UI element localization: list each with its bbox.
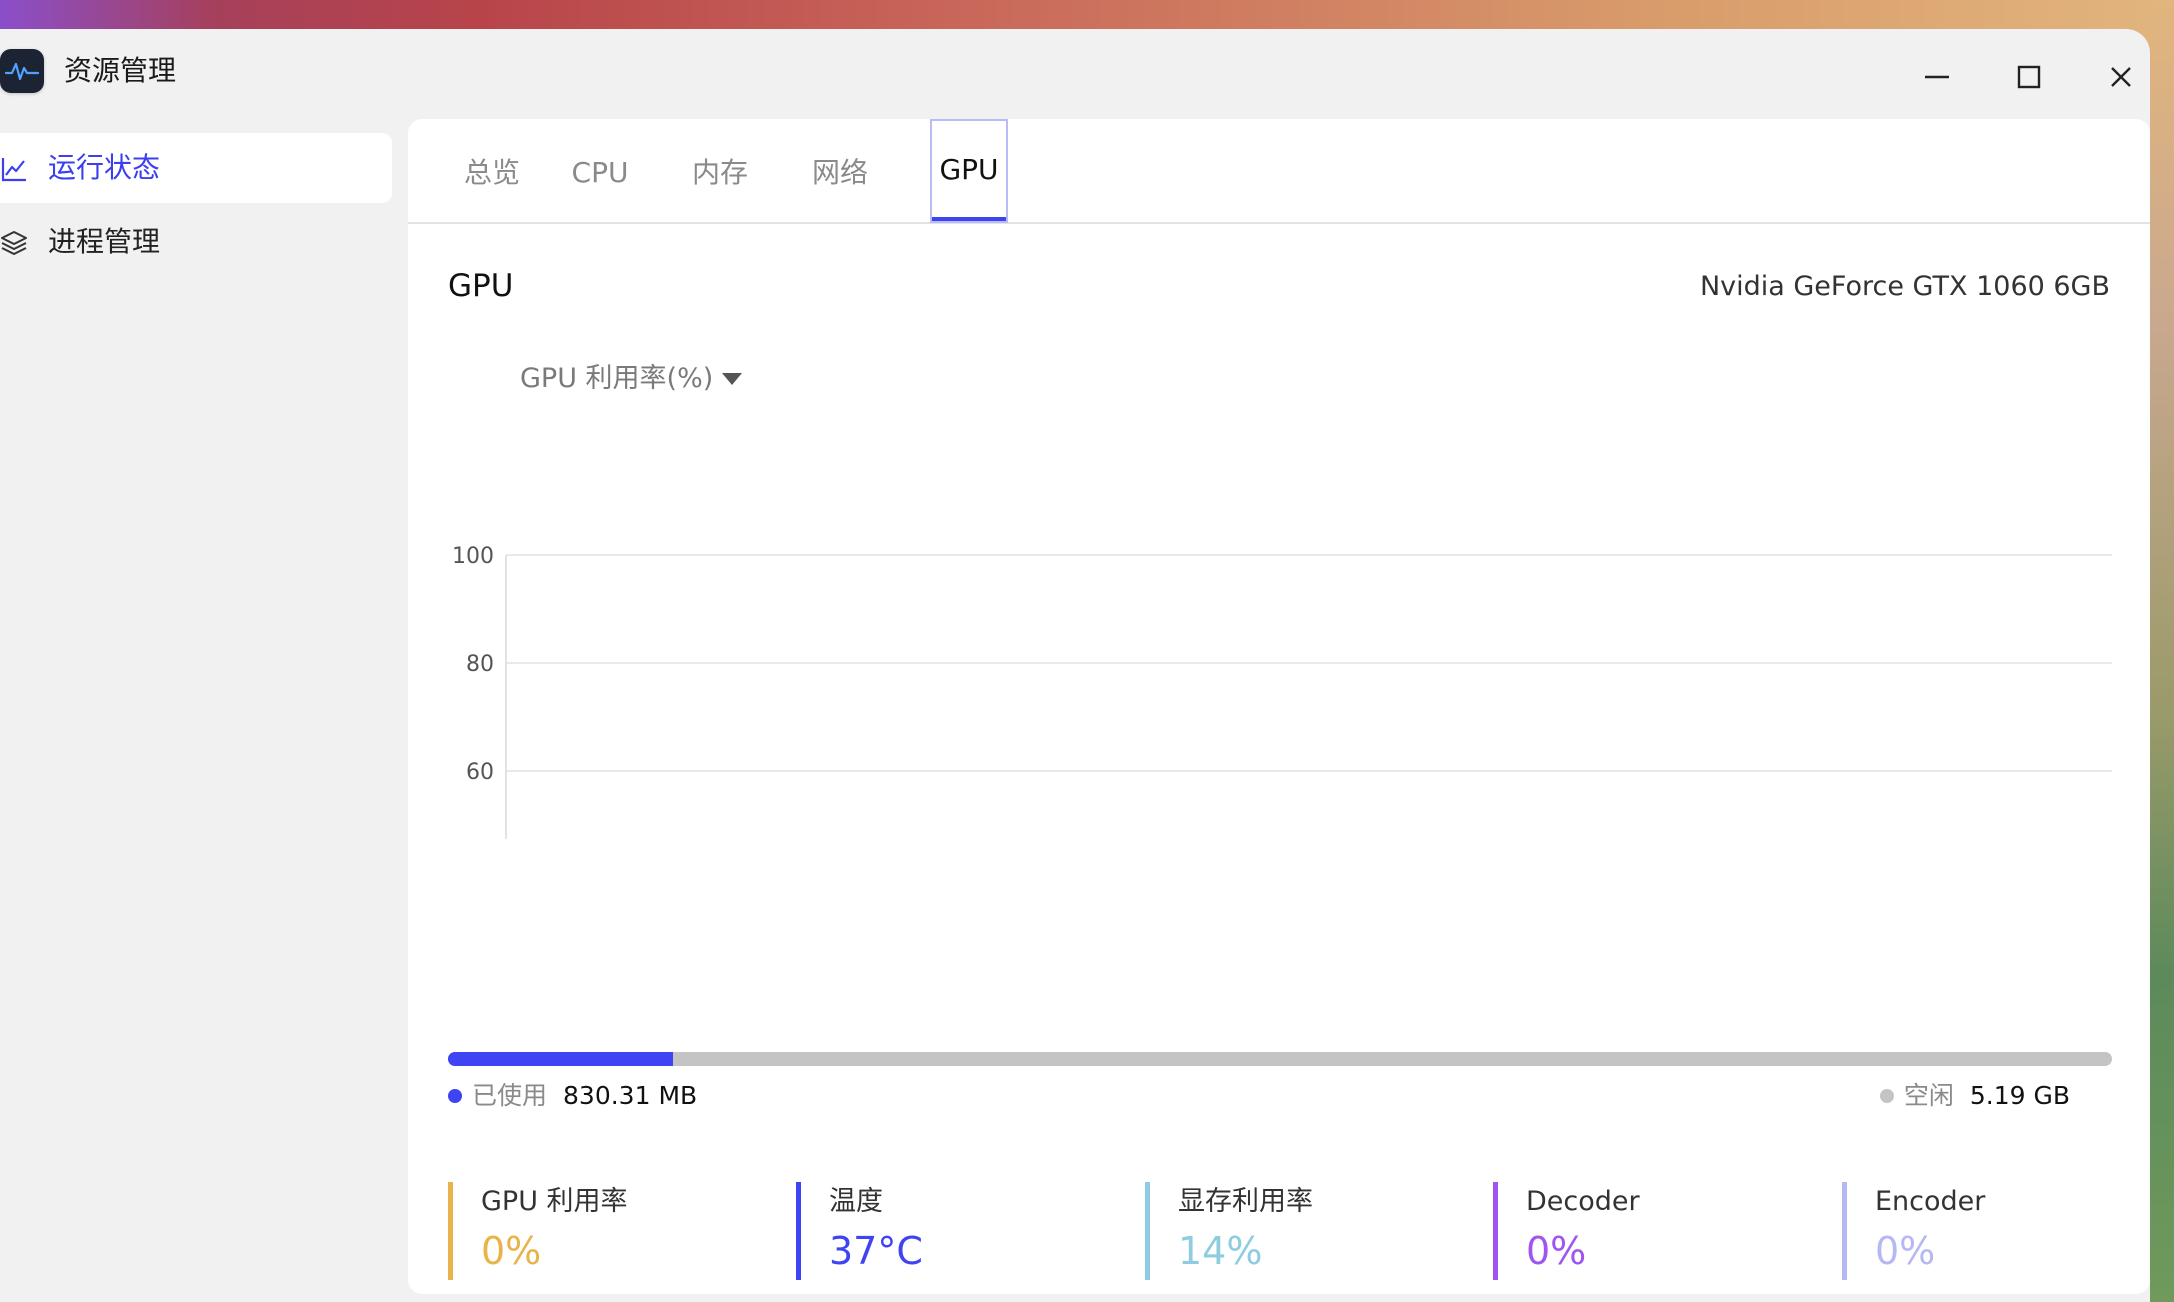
stat-label: Encoder — [1875, 1186, 1986, 1217]
stat-value: 0% — [481, 1229, 542, 1273]
line-chart-icon — [1, 158, 26, 182]
maximize-icon — [2017, 65, 2041, 89]
stat-label: Decoder — [1526, 1186, 1640, 1217]
memory-used-legend: 已使用 830.31 MB — [448, 1079, 697, 1113]
memory-usage-fill — [448, 1052, 673, 1066]
minimize-icon — [1925, 75, 1949, 79]
metric-dropdown-label: GPU 利用率(%) — [520, 363, 714, 394]
sidebar-item-label: 进程管理 — [48, 225, 161, 258]
stat-value: 0% — [1875, 1229, 1936, 1273]
app-title: 资源管理 — [64, 54, 177, 87]
metric-dropdown[interactable]: GPU 利用率(%) — [520, 361, 743, 397]
tab-network[interactable]: 网络 — [800, 143, 880, 203]
y-tick-label: 100 — [452, 544, 494, 569]
stat-gpu-utilization: GPU 利用率 0% — [448, 1182, 628, 1280]
tab-bar: 总览 CPU 内存 网络 GPU — [408, 119, 2150, 224]
y-tick-label: 60 — [466, 760, 494, 785]
stat-encoder: Encoder 0% — [1842, 1182, 1985, 1280]
stat-label: 显存利用率 — [1178, 1186, 1313, 1217]
memory-free-label: 空闲 — [1903, 1081, 1954, 1110]
tab-cpu[interactable]: CPU — [556, 143, 644, 203]
stat-decoder: Decoder 0% — [1493, 1182, 1640, 1280]
free-dot-icon — [1879, 1089, 1894, 1103]
gpu-utilization-chart: 20406080100 — [452, 544, 2112, 839]
gpu-device-name: Nvidia GeForce GTX 1060 6GB — [1699, 271, 2110, 302]
stat-value: 37°C — [829, 1229, 923, 1273]
memory-free-legend: 空闲 5.19 GB — [1879, 1079, 2070, 1113]
stat-value: 0% — [1526, 1229, 1587, 1273]
stat-vram-utilization: 显存利用率 14% — [1145, 1182, 1313, 1280]
tab-gpu[interactable]: GPU — [930, 119, 1008, 223]
memory-free-value: 5.19 GB — [1969, 1081, 2070, 1110]
caret-down-icon — [722, 373, 743, 385]
stat-value: 14% — [1178, 1229, 1263, 1273]
maximize-button[interactable] — [2005, 53, 2053, 101]
close-icon — [2111, 67, 2131, 87]
tab-overview[interactable]: 总览 — [444, 143, 540, 203]
sidebar-item-processes[interactable]: 进程管理 — [0, 207, 392, 277]
y-tick-label: 80 — [466, 652, 494, 677]
title-bar: 资源管理 — [0, 29, 2150, 119]
desktop-wallpaper-edge — [2150, 0, 2174, 1302]
memory-used-label: 已使用 — [472, 1081, 548, 1110]
stat-label: 温度 — [829, 1186, 883, 1217]
used-dot-icon — [448, 1089, 462, 1103]
section-title: GPU — [448, 268, 514, 304]
sidebar-item-label: 运行状态 — [48, 151, 161, 184]
tab-memory[interactable]: 内存 — [680, 143, 760, 203]
close-button[interactable] — [2097, 53, 2145, 101]
sidebar: 运行状态 进程管理 — [0, 133, 392, 281]
memory-used-value: 830.31 MB — [563, 1081, 698, 1110]
layers-icon — [1, 231, 27, 255]
main-panel: 总览 CPU 内存 网络 GPU GPU Nvidia GeForce GTX … — [408, 119, 2150, 1294]
minimize-button[interactable] — [1913, 53, 1961, 101]
app-window: 资源管理 运行状态 进程管理 总览 CPU 内存 网络 GPU GPU Nvid… — [0, 29, 2150, 1302]
sidebar-item-status[interactable]: 运行状态 — [0, 133, 392, 203]
app-logo-icon — [0, 49, 44, 93]
stat-temperature: 温度 37°C — [796, 1182, 923, 1280]
stat-label: GPU 利用率 — [481, 1186, 628, 1217]
memory-usage-bar — [448, 1052, 2112, 1066]
